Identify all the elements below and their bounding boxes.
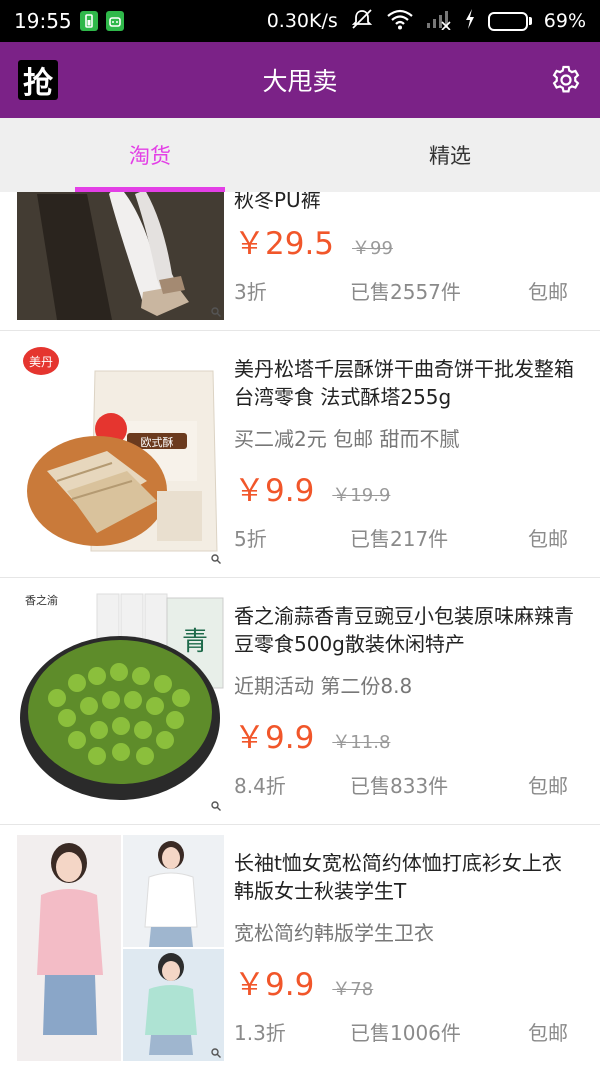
- sold-count: 已售833件: [350, 774, 449, 798]
- charging-icon: [464, 8, 476, 35]
- mute-icon: [350, 8, 374, 35]
- price-row: ￥9.9 ￥78: [234, 959, 373, 1004]
- discount-label: 5折: [234, 527, 267, 551]
- battery-icon: [487, 11, 532, 31]
- product-item[interactable]: 秋冬PU裤 ￥29.5 ￥99 3折 已售2557件 包邮: [0, 192, 600, 331]
- status-bar: 19:55 0.30K/s 69%: [0, 0, 600, 42]
- image-package-text: 青: [182, 627, 208, 657]
- product-title[interactable]: 香之渝蒜香青豆豌豆小包装原味麻辣青豆零食500g散装休闲特产: [234, 602, 579, 658]
- product-image[interactable]: [17, 192, 224, 320]
- price-row: ￥29.5 ￥99: [234, 218, 393, 263]
- product-item[interactable]: 美丹 欧式酥 美丹松塔千层酥饼干曲奇饼干批发整箱台湾零食 法式酥塔255g 买二…: [0, 331, 600, 578]
- product-image[interactable]: 香之渝 青: [17, 588, 224, 814]
- original-price: ￥19.9: [332, 485, 391, 506]
- page-title: 大甩卖: [262, 67, 338, 96]
- wifi-icon: [386, 8, 414, 35]
- search-icon: [211, 307, 221, 317]
- sold-count: 已售217件: [350, 527, 449, 551]
- product-price: ￥9.9: [234, 720, 315, 756]
- original-price: ￥11.8: [332, 732, 391, 753]
- shipping-label: 包邮: [528, 774, 568, 798]
- android-notification-icon: [105, 11, 124, 31]
- discount-label: 3折: [234, 280, 267, 304]
- image-badge: 美丹: [29, 355, 53, 369]
- search-icon: [211, 1048, 221, 1058]
- tab-label: 精选: [429, 144, 471, 168]
- discount-label: 1.3折: [234, 1021, 286, 1045]
- signal-icon: [426, 8, 452, 35]
- discount-label: 8.4折: [234, 774, 286, 798]
- tab-jingxuan[interactable]: 精选: [300, 118, 600, 192]
- sold-count: 已售1006件: [350, 1021, 461, 1045]
- product-subtitle: 近期活动 第二份8.8: [234, 674, 413, 698]
- app-bar: 抢 大甩卖: [0, 42, 600, 118]
- product-subtitle: 买二减2元 包邮 甜而不腻: [234, 427, 460, 451]
- original-price: ￥78: [332, 979, 374, 1000]
- shipping-label: 包邮: [528, 280, 568, 304]
- product-title[interactable]: 长袖t恤女宽松简约体恤打底衫女上衣韩版女士秋装学生T: [234, 849, 579, 905]
- price-row: ￥9.9 ￥11.8: [234, 712, 390, 757]
- product-image[interactable]: 美丹 欧式酥: [17, 341, 224, 567]
- search-icon: [211, 801, 221, 811]
- tab-bar: 淘货 精选: [0, 118, 600, 192]
- battery-saver-icon: [79, 11, 98, 31]
- price-row: ￥9.9 ￥19.9: [234, 465, 390, 510]
- shipping-label: 包邮: [528, 1021, 568, 1045]
- product-title[interactable]: 美丹松塔千层酥饼干曲奇饼干批发整箱台湾零食 法式酥塔255g: [234, 355, 579, 411]
- product-price: ￥29.5: [234, 226, 335, 262]
- shipping-label: 包邮: [528, 527, 568, 551]
- product-image[interactable]: [17, 835, 224, 1061]
- tab-label: 淘货: [129, 144, 171, 168]
- image-brand-text: 香之渝: [25, 593, 58, 607]
- product-price: ￥9.9: [234, 473, 315, 509]
- sold-count: 已售2557件: [350, 280, 461, 304]
- product-subtitle: 宽松简约韩版学生卫衣: [234, 921, 434, 945]
- original-price: ￥99: [352, 238, 393, 259]
- product-item[interactable]: 香之渝 青 香之渝蒜香青豆豌豆小包装原味麻辣青豆零食500g散装休闲特产 近期活…: [0, 578, 600, 825]
- product-price: ￥9.9: [234, 967, 315, 1003]
- product-list[interactable]: 秋冬PU裤 ￥29.5 ￥99 3折 已售2557件 包邮 美丹 欧式酥 美丹松…: [0, 192, 600, 1067]
- app-logo[interactable]: 抢: [18, 60, 58, 101]
- product-title[interactable]: 秋冬PU裤: [234, 192, 579, 214]
- status-time: 19:55: [14, 9, 72, 33]
- settings-button[interactable]: [548, 62, 584, 98]
- search-icon: [211, 554, 221, 564]
- gear-icon: [552, 65, 580, 93]
- image-package-text: 欧式酥: [141, 436, 174, 449]
- tab-taohuo[interactable]: 淘货: [0, 118, 300, 192]
- battery-percent: 69%: [543, 10, 586, 32]
- network-speed: 0.30K/s: [266, 10, 338, 32]
- product-item[interactable]: 长袖t恤女宽松简约体恤打底衫女上衣韩版女士秋装学生T 宽松简约韩版学生卫衣 ￥9…: [0, 825, 600, 1067]
